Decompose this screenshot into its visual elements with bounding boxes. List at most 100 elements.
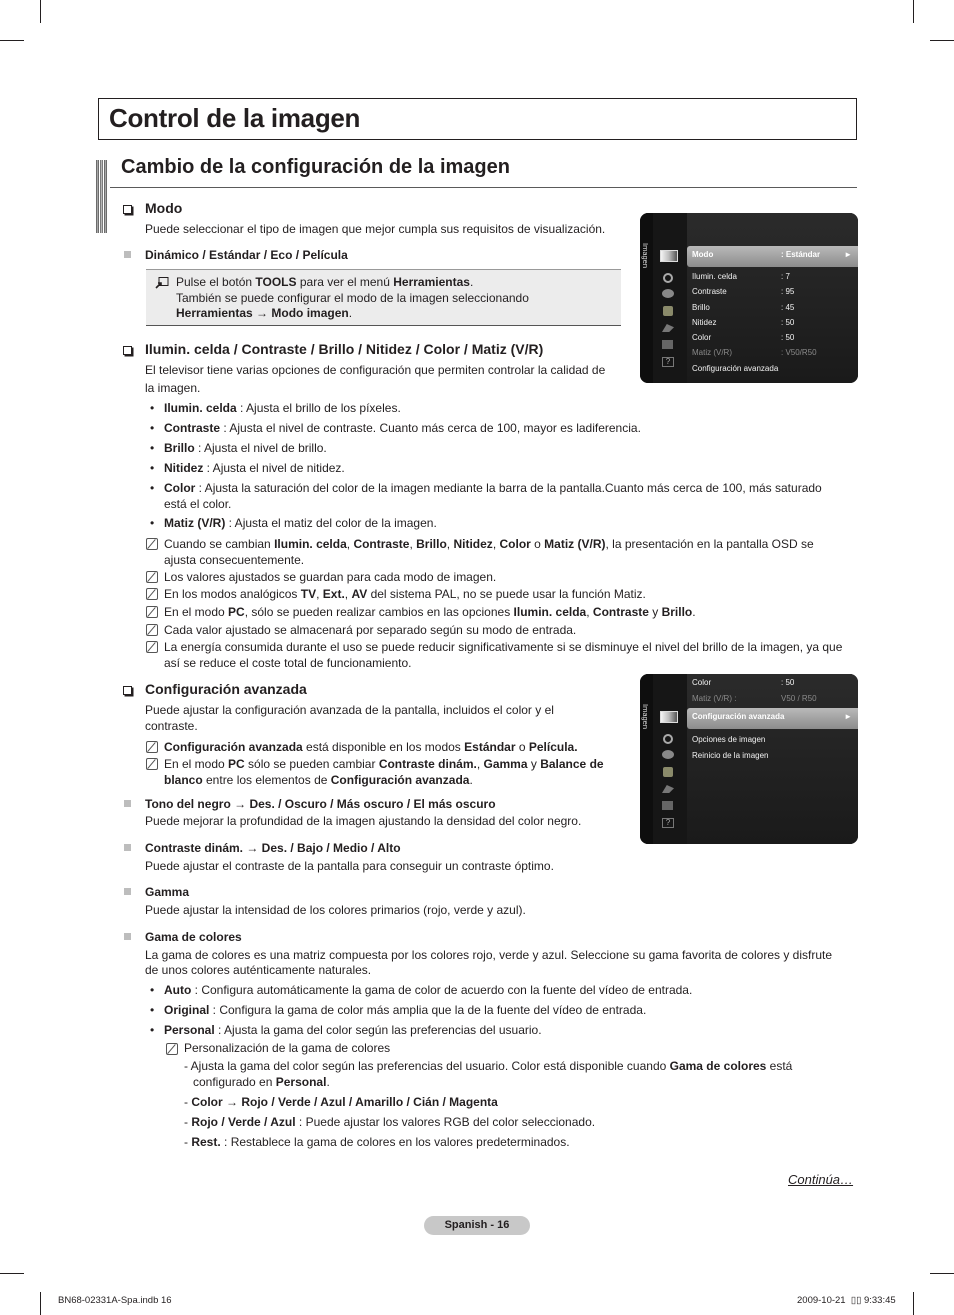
gama-personal: Personal : Ajusta la gama del color segú… — [164, 1023, 542, 1037]
arrow-right-icon: ► — [844, 250, 852, 259]
application-icon — [662, 801, 673, 810]
item-tono-title: Tono del negro → Des. / Oscuro / Más osc… — [145, 797, 496, 811]
option-pelicula: Película — [302, 248, 348, 262]
gama-original: Original : Configura la gama de color má… — [164, 1003, 647, 1017]
gama-auto: Auto : Configura automáticamente la gama… — [164, 983, 693, 997]
item-tono-desc: Puede mejorar la profundidad de la image… — [145, 814, 582, 828]
item-contraste-desc: Puede ajustar el contraste de la pantall… — [145, 859, 554, 873]
avanzada-desc-1: Puede ajustar la configuración avanzada … — [145, 703, 554, 717]
support-icon: ? — [662, 357, 674, 367]
bullet-dot: • — [150, 481, 155, 495]
dash-item-4: - Rest. : Restablece la gama de colores … — [184, 1135, 570, 1149]
dash-item-1: - Ajusta la gama del color según las pre… — [184, 1059, 793, 1073]
sound-icon — [663, 273, 673, 283]
personal-note: Personalización de la gama de colores — [184, 1041, 391, 1055]
osd-row: Matiz (V/R): V50/R50 — [692, 348, 817, 357]
osd-row: Matiz (V/R) : V50 / R50 — [692, 694, 817, 703]
square-bullet-icon — [124, 888, 131, 895]
note-separado: Cada valor ajustado se almacenará por se… — [164, 623, 577, 637]
item-contraste-title: Contraste dinám. → Des. / Bajo / Medio /… — [145, 841, 401, 855]
osd-menu-imagen-modo: Imagen ? Modo : Estándar ► Ilumin. celda… — [640, 213, 858, 383]
bullet-matiz: Matiz (V/R) : Ajusta el matiz del color … — [164, 516, 437, 530]
section-bars-decoration — [96, 160, 110, 233]
crop-mark — [913, 1292, 914, 1315]
picture-icon — [660, 250, 678, 262]
support-icon: ? — [662, 818, 674, 828]
modo-options: Dinámico / Estándar / Eco / Película — [145, 248, 348, 262]
osd-selected-item[interactable]: Configuración avanzada ► — [687, 708, 858, 729]
osd-selected-item[interactable]: Modo : Estándar ► — [687, 246, 858, 267]
bullet-dot: • — [150, 401, 155, 415]
note-osd: Cuando se cambian Ilumin. celda, Contras… — [164, 537, 814, 551]
note-icon — [146, 741, 158, 753]
osd-side-label: Imagen — [641, 243, 650, 269]
crop-mark — [0, 40, 24, 41]
note-icon — [146, 538, 158, 550]
picture-icon — [660, 711, 678, 723]
osd-row[interactable]: Configuración avanzada — [692, 362, 852, 376]
page-title: Control de la imagen — [109, 103, 361, 133]
note-osd-cont: ajusta consecuentemente. — [164, 553, 305, 567]
ajustes-heading: Ilumin. celda / Contraste / Brillo / Nit… — [145, 341, 544, 357]
setup-gear-icon — [663, 767, 673, 777]
checkbox-bullet-icon — [123, 346, 132, 355]
crop-mark — [0, 1273, 24, 1274]
note-icon — [146, 641, 158, 653]
sound-icon — [663, 734, 673, 744]
osd-row[interactable]: Nitidez: 50 — [692, 316, 852, 330]
osd-row[interactable]: Opciones de imagen — [692, 733, 852, 747]
osd-row[interactable]: Color: 50 — [692, 676, 852, 690]
tools-line-3: Herramientas → Modo imagen. — [176, 306, 353, 320]
section-divider — [110, 187, 857, 188]
bullet-brillo: Brillo : Ajusta el nivel de brillo. — [164, 441, 327, 455]
ajustes-desc-2: la imagen. — [145, 381, 201, 395]
osd-row[interactable]: Brillo: 45 — [692, 301, 852, 315]
tools-line-1: Pulse el botón TOOLS para ver el menú He… — [176, 275, 474, 289]
dash-item-3: - Rojo / Verde / Azul : Puede ajustar lo… — [184, 1115, 596, 1129]
avanzada-heading: Configuración avanzada — [145, 681, 307, 697]
bullet-dot: • — [150, 461, 155, 475]
tools-icon — [155, 277, 169, 289]
channel-icon — [662, 289, 674, 298]
square-bullet-icon — [124, 933, 131, 940]
bullet-color: Color : Ajusta la saturación del color d… — [164, 481, 822, 495]
note-icon — [146, 571, 158, 583]
item-gama-title: Gama de colores — [145, 930, 242, 944]
crop-mark — [913, 0, 914, 23]
osd-row[interactable]: Reinicio de la imagen — [692, 749, 852, 763]
dash-item-1-cont: configurado en Personal. — [193, 1075, 330, 1089]
ajustes-desc-1: El televisor tiene varias opciones de co… — [145, 363, 606, 377]
osd-menu-imagen-avanzada: Imagen ? Color: 50 Matiz (V/R) : V50 / R5… — [640, 674, 858, 844]
item-gama-desc-cont: de unos colores auténticamente naturales… — [145, 963, 372, 977]
modo-heading: Modo — [145, 200, 183, 216]
footer-timestamp: 2009-10-21 ▯▯ 9:33:45 — [797, 1295, 896, 1306]
checkbox-bullet-icon — [123, 686, 132, 695]
crop-mark — [930, 1273, 954, 1274]
checkbox-bullet-icon — [123, 205, 132, 214]
tools-tip-box: Pulse el botón TOOLS para ver el menú He… — [146, 269, 621, 326]
item-gama-desc: La gama de colores es una matriz compues… — [145, 948, 833, 962]
tools-line-2: También se puede configurar el modo de l… — [176, 291, 529, 305]
osd-row[interactable]: Ilumin. celda: 7 — [692, 270, 852, 284]
avanzada-desc-2: contraste. — [145, 719, 198, 733]
bullet-contraste: Contraste : Ajusta el nivel de contraste… — [164, 421, 641, 435]
note-icon — [146, 758, 158, 770]
note-energia: La energía consumida durante el uso se p… — [164, 640, 843, 654]
note-valores: Los valores ajustados se guardan para ca… — [164, 570, 497, 584]
bullet-dot: • — [150, 1003, 155, 1017]
option-eco: Eco — [270, 248, 293, 262]
item-gamma-desc: Puede ajustar la intensidad de los color… — [145, 903, 526, 917]
avanzada-note-2-cont: blanco entre los elementos de Configurac… — [164, 773, 473, 787]
osd-row[interactable]: Color: 50 — [692, 331, 852, 345]
square-bullet-icon — [124, 844, 131, 851]
note-analogicos: En los modos analógicos TV, Ext., AV del… — [164, 587, 646, 601]
option-estandar: Estándar — [209, 248, 261, 262]
bullet-dot: • — [150, 441, 155, 455]
note-pc: En el modo PC, sólo se pueden realizar c… — [164, 605, 696, 619]
osd-row[interactable]: Contraste: 95 — [692, 285, 852, 299]
arrow-right-icon: ► — [844, 712, 852, 721]
continue-link[interactable]: Continúa… — [788, 1172, 853, 1188]
square-bullet-icon — [124, 251, 131, 258]
option-dinamico: Dinámico — [145, 248, 200, 262]
dash-item-2: - Color → Rojo / Verde / Azul / Amarillo… — [184, 1095, 498, 1109]
